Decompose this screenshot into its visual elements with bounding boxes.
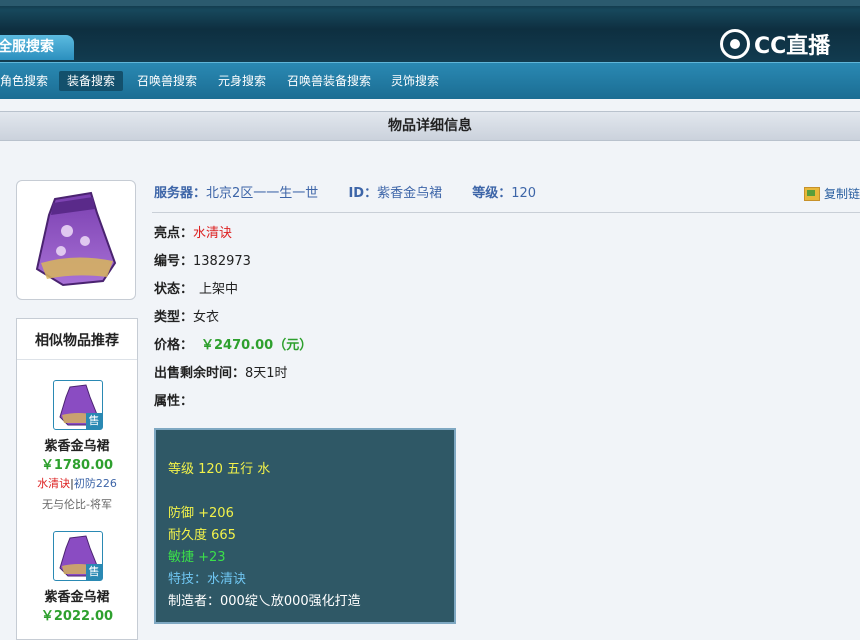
copy-link-label: 复制链 bbox=[824, 187, 860, 201]
type-value: 女衣 bbox=[193, 310, 220, 325]
attr-durability: 耐久度 665 bbox=[168, 528, 236, 543]
status-row: 状态： 上架中 bbox=[154, 279, 238, 301]
remaining-time-row: 出售剩余时间：8天1时 bbox=[154, 363, 288, 385]
price-row: 价格： ￥2470.00（元） bbox=[154, 335, 312, 357]
nav-pet-search[interactable]: 召唤兽搜索 bbox=[129, 71, 205, 91]
site-tab-all-server-search[interactable]: 全服搜索 bbox=[0, 35, 74, 60]
similar-item-price: ￥2022.00 bbox=[40, 609, 114, 624]
highlight-row: 亮点：水清诀 bbox=[154, 223, 232, 245]
similar-item-tag-defense: 初防226 bbox=[73, 477, 117, 490]
server-value: 北京2区一一生一世 bbox=[206, 186, 319, 201]
similar-item-seller[interactable]: 无与伦比-将军 bbox=[17, 496, 137, 512]
header-divider bbox=[152, 212, 860, 213]
similar-item-price: ￥1780.00 bbox=[40, 458, 114, 473]
price-label: 价格： bbox=[154, 338, 194, 353]
attributes-box: 等级 120 五行 水 防御 +206 耐久度 665 敏捷 +23 特技：水清… bbox=[154, 428, 456, 624]
nav-yuanshen-search[interactable]: 元身搜索 bbox=[210, 71, 274, 91]
similar-items-panel: 相似物品推荐 售 紫香金乌裙 ￥1780.00 水清诀|初防226 无与伦比-将… bbox=[16, 318, 138, 640]
id-value: 紫香金乌裙 bbox=[377, 186, 443, 201]
type-row: 类型：女衣 bbox=[154, 307, 219, 329]
attr-level-line: 等级 120 五行 水 bbox=[168, 462, 271, 477]
nav-role-search[interactable]: 角色搜索 bbox=[0, 71, 56, 91]
attr-maker: 制造者：000绽乀放000强化打造 bbox=[168, 594, 361, 609]
id-label: ID： bbox=[348, 186, 378, 201]
remaining-time-value: 8天1时 bbox=[245, 366, 288, 381]
page-title: 物品详细信息 bbox=[0, 111, 860, 141]
nav-ornament-search[interactable]: 灵饰搜索 bbox=[383, 71, 447, 91]
level-value: 120 bbox=[511, 186, 537, 201]
similar-item-name[interactable]: 紫香金乌裙 bbox=[17, 586, 137, 605]
attr-agility: 敏捷 +23 bbox=[168, 550, 226, 565]
nav-bar: 角色搜索 装备搜索 召唤兽搜索 元身搜索 召唤兽装备搜索 灵饰搜索 bbox=[0, 62, 860, 99]
type-label: 类型： bbox=[154, 310, 194, 325]
remaining-time-label: 出售剩余时间： bbox=[154, 366, 246, 381]
status-label: 状态： bbox=[154, 282, 194, 297]
copy-link-button[interactable]: 复制链 bbox=[804, 185, 860, 202]
sold-badge: 售 bbox=[86, 564, 102, 580]
similar-item-thumb[interactable]: 售 bbox=[53, 531, 103, 581]
highlight-value: 水清诀 bbox=[193, 226, 233, 241]
server-label: 服务器： bbox=[154, 186, 207, 201]
similar-item-tag-skill: 水清诀 bbox=[37, 477, 71, 490]
logo-text: CC直播 bbox=[754, 34, 831, 59]
similar-items-title: 相似物品推荐 bbox=[17, 319, 137, 360]
nav-pet-equipment-search[interactable]: 召唤兽装备搜索 bbox=[279, 71, 379, 91]
number-row: 编号：1382973 bbox=[154, 251, 251, 273]
cc-live-logo[interactable]: CC直播 bbox=[720, 26, 830, 62]
similar-item-tags: 水清诀|初防226 bbox=[17, 475, 137, 491]
attributes-row: 属性： bbox=[154, 391, 193, 413]
price-value: ￥2470.00（元） bbox=[201, 338, 313, 353]
status-value: 上架中 bbox=[199, 282, 239, 297]
copy-link-icon bbox=[804, 186, 820, 201]
item-info-header: 服务器：北京2区一一生一世 ID：紫香金乌裙 等级：120 bbox=[154, 183, 536, 205]
attributes-label: 属性： bbox=[154, 394, 194, 409]
attr-skill: 特技：水清诀 bbox=[168, 572, 247, 587]
nav-equipment-search[interactable]: 装备搜索 bbox=[59, 71, 124, 91]
highlight-label: 亮点： bbox=[154, 226, 194, 241]
attr-defense: 防御 +206 bbox=[168, 506, 234, 521]
level-label: 等级： bbox=[472, 186, 512, 201]
item-image bbox=[16, 180, 136, 300]
similar-item-thumb[interactable]: 售 bbox=[53, 380, 103, 430]
cc-logo-icon bbox=[720, 29, 750, 59]
number-value: 1382973 bbox=[193, 254, 251, 269]
skirt-image-icon bbox=[35, 191, 117, 287]
similar-item-name[interactable]: 紫香金乌裙 bbox=[17, 435, 137, 454]
sold-badge: 售 bbox=[86, 413, 102, 429]
number-label: 编号： bbox=[154, 254, 194, 269]
